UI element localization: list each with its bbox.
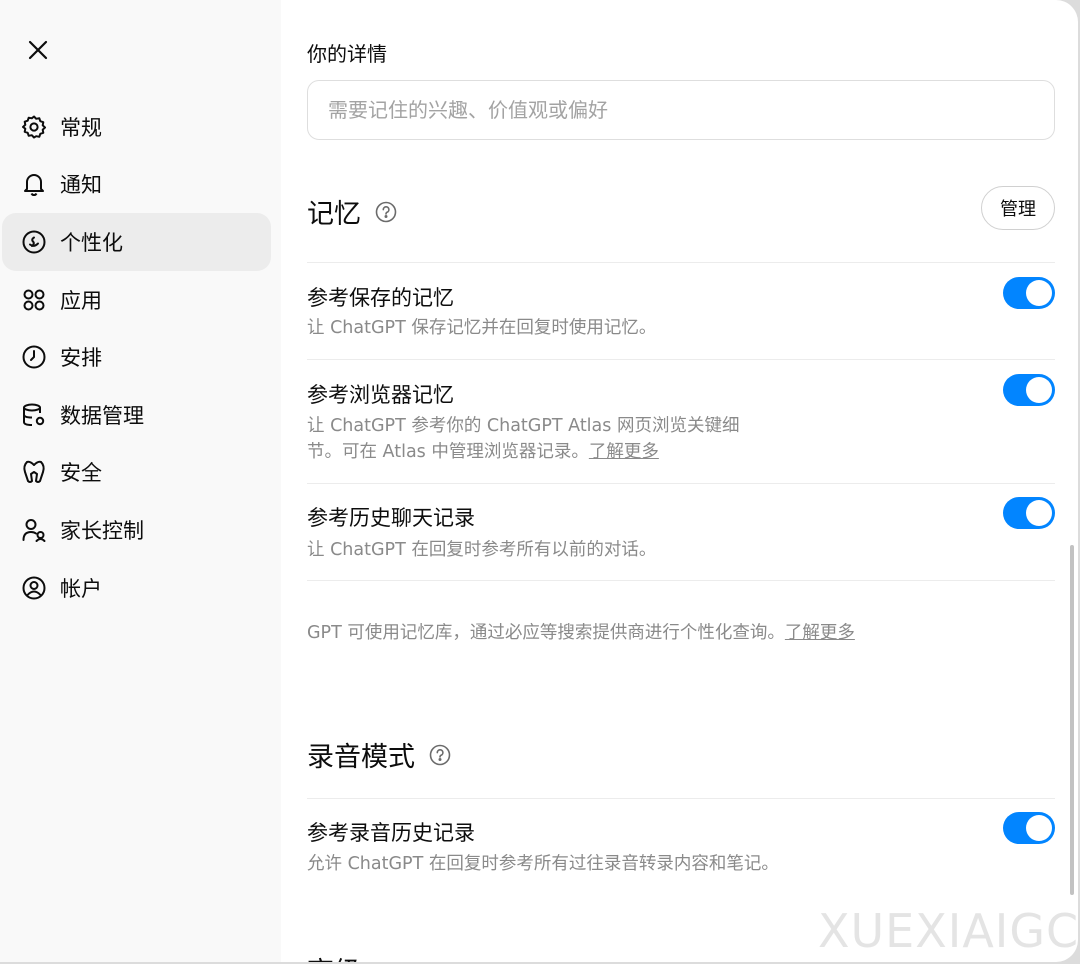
sidebar-item-data-controls[interactable]: 数据管理 [2,386,271,444]
sidebar-item-personalization[interactable]: 个性化 [2,213,271,271]
sidebar-item-general[interactable]: 常规 [2,98,271,156]
manage-memory-button[interactable]: 管理 [981,186,1055,230]
clock-icon [20,343,48,371]
sidebar-item-label: 安排 [60,346,102,371]
help-icon[interactable] [429,744,451,766]
sidebar-item-label: 个性化 [60,230,123,255]
personalization-icon [20,228,48,256]
voice-history-desc: 允许 ChatGPT 在回复时参考所有过往录音转录内容和笔记。 [307,854,779,874]
details-input[interactable] [307,80,1055,140]
memory-title-text: 记忆 [307,199,361,230]
memory-section-title: 记忆 [307,192,397,231]
personalization-panel: 你的详情 记忆 管理 参考保存的记忆 让 ChatGPT 保存记忆并在回复时使用… [307,0,1055,962]
close-icon [28,40,48,60]
sidebar-item-security[interactable]: 安全 [2,444,271,502]
apps-grid-icon [20,286,48,314]
parental-control-icon [20,516,48,544]
toggle-knob [1026,500,1052,526]
saved-memory-title: 参考保存的记忆 [307,286,454,310]
voice-title-text: 录音模式 [307,742,415,773]
settings-dialog: 常规 通知 个性化 应用 安排 数据管理 安全 家长控制 帐户 你的详情 需要记… [0,0,1078,962]
saved-memory-desc: 让 ChatGPT 保存记忆并在回复时使用记忆。 [307,318,657,338]
chat-history-toggle[interactable] [1003,497,1055,529]
sidebar-item-account[interactable]: 帐户 [2,559,271,617]
divider [307,262,1055,263]
sidebar-item-apps[interactable]: 应用 [2,271,271,329]
chat-history-title: 参考历史聊天记录 [307,506,475,530]
settings-nav: 常规 通知 个性化 应用 安排 数据管理 安全 家长控制 帐户 [2,98,271,616]
toggle-knob [1026,815,1052,841]
saved-memory-toggle[interactable] [1003,277,1055,309]
sidebar-item-label: 应用 [60,288,102,313]
divider [307,483,1055,484]
sidebar-item-notifications[interactable]: 通知 [2,156,271,214]
browser-memory-title: 参考浏览器记忆 [307,383,454,407]
settings-sidebar: 常规 通知 个性化 应用 安排 数据管理 安全 家长控制 帐户 [0,0,281,962]
footnote-learn-more-link[interactable]: 了解更多 [785,623,855,643]
close-button[interactable] [22,34,54,66]
voice-history-title: 参考录音历史记录 [307,821,475,845]
security-icon [20,458,48,486]
sidebar-item-label: 数据管理 [60,403,144,428]
scrollbar[interactable] [1070,545,1074,895]
database-icon [20,401,48,429]
toggle-knob [1026,280,1052,306]
gear-icon [20,113,48,141]
memory-footnote: GPT 可使用记忆库，通过必应等搜索提供商进行个性化查询。了解更多 [307,619,855,644]
sidebar-item-label: 常规 [60,115,102,140]
sidebar-item-schedule[interactable]: 安排 [2,328,271,386]
sidebar-item-label: 家长控制 [60,518,144,543]
sidebar-item-label: 安全 [60,461,102,486]
help-icon[interactable] [375,201,397,223]
toggle-knob [1026,377,1052,403]
learn-more-link[interactable]: 了解更多 [589,442,659,462]
browser-memory-desc: 让 ChatGPT 参考你的 ChatGPT Atlas 网页浏览关键细节。可在… [307,413,747,465]
advanced-section-title: 高级 [307,950,361,962]
watermark: XUEXIAIGC [818,904,1080,958]
details-label: 你的详情 [307,42,387,66]
divider [307,359,1055,360]
browser-memory-desc-text: 让 ChatGPT 参考你的 ChatGPT Atlas 网页浏览关键细节。可在… [307,416,740,462]
sidebar-item-parental-controls[interactable]: 家长控制 [2,501,271,559]
voice-history-toggle[interactable] [1003,812,1055,844]
bell-icon [20,170,48,198]
chat-history-desc: 让 ChatGPT 在回复时参考所有以前的对话。 [307,540,657,560]
sidebar-item-label: 帐户 [60,576,102,601]
sidebar-item-label: 通知 [60,173,102,198]
voice-section-title: 录音模式 [307,735,451,774]
divider [307,580,1055,581]
account-icon [20,574,48,602]
divider [307,798,1055,799]
memory-footnote-text: GPT 可使用记忆库，通过必应等搜索提供商进行个性化查询。 [307,623,785,643]
browser-memory-toggle[interactable] [1003,374,1055,406]
